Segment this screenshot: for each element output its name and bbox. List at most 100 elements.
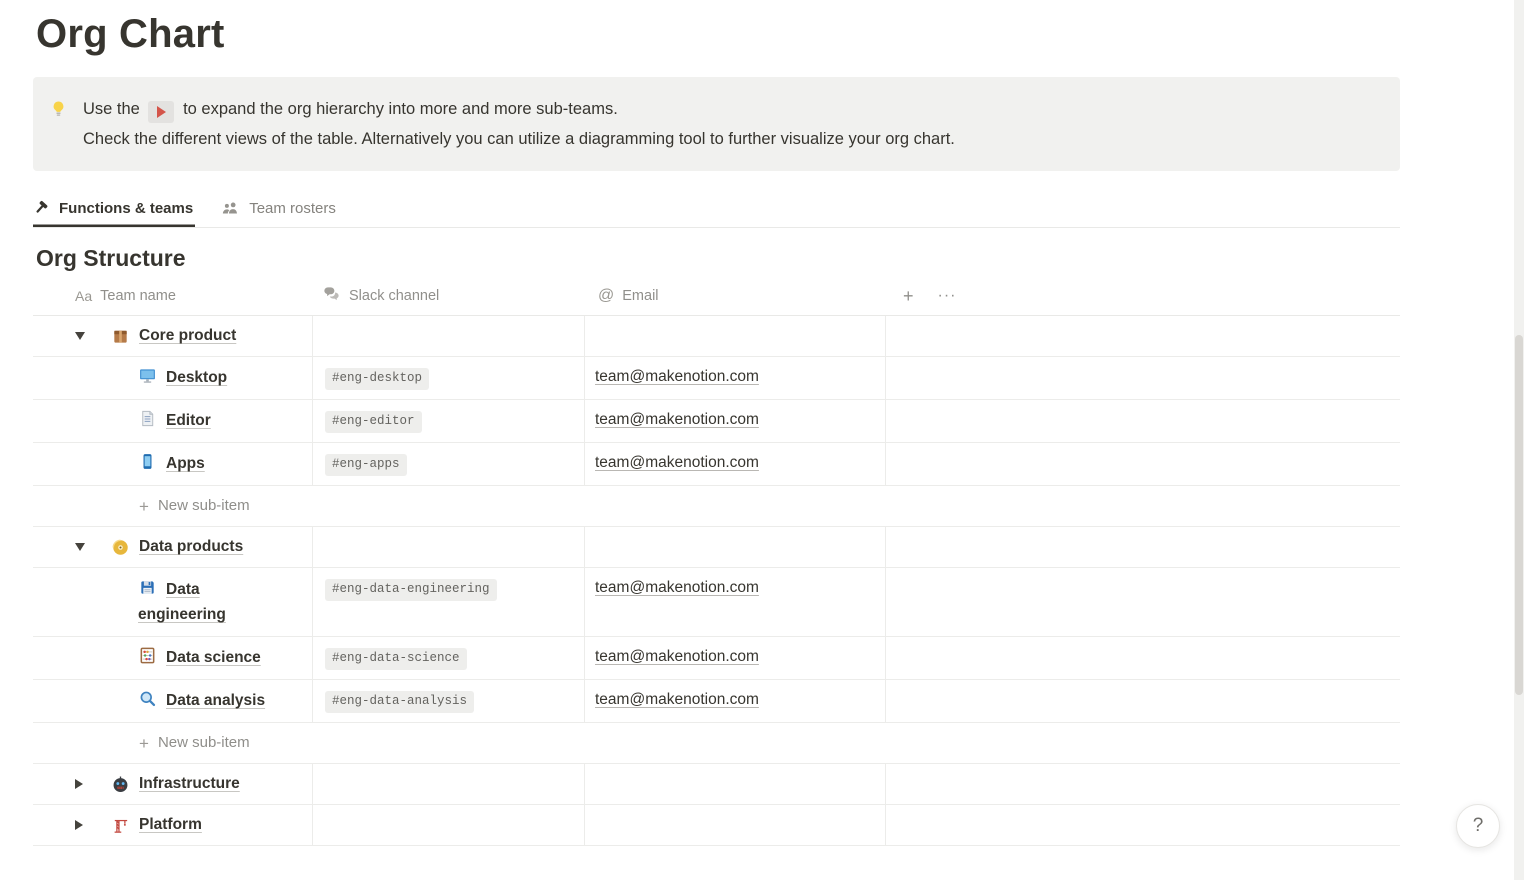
chat-bubbles-icon	[322, 284, 341, 307]
empty-cell	[886, 637, 1400, 679]
slack-cell[interactable]	[313, 764, 585, 804]
team-name-link[interactable]: Data products	[139, 536, 243, 558]
org-structure-table: Aa Team name Slack channel @ Email + ···	[33, 276, 1400, 846]
team-name-link[interactable]: Platform	[139, 814, 202, 836]
slack-channel-tag[interactable]: #eng-apps	[325, 454, 407, 476]
new-sub-item-button[interactable]: + New sub-item	[33, 486, 1400, 526]
more-options-button[interactable]: ···	[938, 288, 957, 304]
package-emoji	[111, 327, 130, 346]
collapse-toggle-expanded[interactable]	[75, 536, 99, 558]
email-link[interactable]: team@makenotion.com	[595, 691, 759, 708]
add-column-button[interactable]: +	[903, 287, 914, 305]
column-header-email[interactable]: @ Email	[585, 287, 886, 305]
slack-cell[interactable]: #eng-data-engineering	[313, 568, 585, 636]
email-cell[interactable]: team@makenotion.com	[585, 443, 886, 485]
scrollbar-track	[1514, 0, 1524, 880]
plus-icon: +	[139, 498, 149, 515]
table-row: Data science #eng-data-science team@make…	[33, 637, 1400, 680]
collapse-toggle-collapsed[interactable]	[75, 814, 99, 836]
email-cell[interactable]: team@makenotion.com	[585, 637, 886, 679]
empty-cell	[886, 443, 1400, 485]
slack-cell[interactable]	[313, 805, 585, 845]
empty-cell	[886, 805, 1400, 845]
team-name-link[interactable]: Data science	[166, 649, 261, 666]
team-name-link[interactable]: Infrastructure	[139, 773, 240, 795]
column-header-slack-channel[interactable]: Slack channel	[313, 284, 585, 307]
email-cell[interactable]	[585, 764, 886, 804]
view-tabs: Functions & teams Team rosters	[33, 191, 1400, 228]
empty-cell	[886, 527, 1400, 567]
team-name-link[interactable]: Editor	[166, 412, 211, 429]
email-cell[interactable]: team@makenotion.com	[585, 357, 886, 399]
email-link[interactable]: team@makenotion.com	[595, 368, 759, 385]
help-button[interactable]: ?	[1456, 804, 1500, 848]
magnifying-glass-emoji	[138, 689, 157, 708]
team-name-link[interactable]: Desktop	[166, 369, 227, 386]
page-title: Org Chart	[36, 0, 1400, 57]
column-label: Slack channel	[349, 288, 439, 304]
email-link[interactable]: team@makenotion.com	[595, 411, 759, 428]
table-row: Core product	[33, 316, 1400, 357]
new-sub-item-label: New sub-item	[158, 495, 250, 517]
email-cell[interactable]	[585, 527, 886, 567]
tab-label: Functions & teams	[59, 200, 193, 217]
slack-cell[interactable]	[313, 316, 585, 356]
email-cell[interactable]: team@makenotion.com	[585, 568, 886, 636]
slack-cell[interactable]: #eng-desktop	[313, 357, 585, 399]
email-cell[interactable]	[585, 316, 886, 356]
table-header-row: Aa Team name Slack channel @ Email + ···	[33, 276, 1400, 316]
email-link[interactable]: team@makenotion.com	[595, 579, 759, 596]
callout-line1-before: Use the	[83, 100, 140, 118]
title-property-icon: Aa	[75, 288, 92, 304]
scrollbar-thumb[interactable]	[1515, 335, 1523, 695]
mobile-phone-emoji	[138, 452, 157, 471]
empty-cell	[886, 400, 1400, 442]
new-sub-item-button[interactable]: + New sub-item	[33, 723, 1400, 763]
column-label: Email	[622, 288, 658, 304]
gold-disc-emoji	[111, 538, 130, 557]
new-sub-item-label: New sub-item	[158, 732, 250, 754]
email-cell[interactable]: team@makenotion.com	[585, 680, 886, 722]
robot-emoji	[111, 775, 130, 794]
column-header-team-name[interactable]: Aa Team name	[33, 288, 313, 304]
crane-emoji	[111, 816, 130, 835]
toggle-chip-illustration	[148, 101, 174, 123]
slack-cell[interactable]: #eng-data-science	[313, 637, 585, 679]
tab-label: Team rosters	[249, 200, 336, 217]
database-title: Org Structure	[36, 245, 1400, 272]
slack-channel-tag[interactable]: #eng-data-analysis	[325, 691, 474, 713]
email-cell[interactable]	[585, 805, 886, 845]
floppy-disk-emoji	[138, 578, 157, 597]
collapse-toggle-expanded[interactable]	[75, 325, 99, 347]
abacus-emoji	[138, 646, 157, 665]
callout-line1-after: to expand the org hierarchy into more an…	[183, 100, 618, 118]
team-name-link[interactable]: Core product	[139, 325, 236, 347]
callout-line2: Check the different views of the table. …	[83, 124, 955, 154]
email-link[interactable]: team@makenotion.com	[595, 648, 759, 665]
document-emoji	[138, 409, 157, 428]
slack-cell[interactable]: #eng-editor	[313, 400, 585, 442]
slack-channel-tag[interactable]: #eng-data-engineering	[325, 579, 497, 601]
empty-cell	[886, 357, 1400, 399]
tab-functions-and-teams[interactable]: Functions & teams	[33, 191, 195, 227]
people-icon	[221, 199, 240, 218]
email-cell[interactable]: team@makenotion.com	[585, 400, 886, 442]
slack-channel-tag[interactable]: #eng-data-science	[325, 648, 467, 670]
team-name-link[interactable]: Data analysis	[166, 692, 265, 709]
table-row: Data products	[33, 527, 1400, 568]
slack-cell[interactable]: #eng-data-analysis	[313, 680, 585, 722]
callout-text: Use the to expand the org hierarchy into…	[83, 94, 955, 154]
empty-cell	[886, 316, 1400, 356]
collapse-toggle-collapsed[interactable]	[75, 773, 99, 795]
slack-channel-tag[interactable]: #eng-desktop	[325, 368, 429, 390]
slack-channel-tag[interactable]: #eng-editor	[325, 411, 422, 433]
table-row: + New sub-item	[33, 723, 1400, 764]
slack-cell[interactable]	[313, 527, 585, 567]
email-link[interactable]: team@makenotion.com	[595, 454, 759, 471]
email-property-icon: @	[598, 287, 614, 305]
team-name-link[interactable]: Apps	[166, 455, 205, 472]
tab-team-rosters[interactable]: Team rosters	[221, 191, 338, 227]
empty-cell	[886, 680, 1400, 722]
slack-cell[interactable]: #eng-apps	[313, 443, 585, 485]
table-row: Data engineering #eng-data-engineering t…	[33, 568, 1400, 637]
